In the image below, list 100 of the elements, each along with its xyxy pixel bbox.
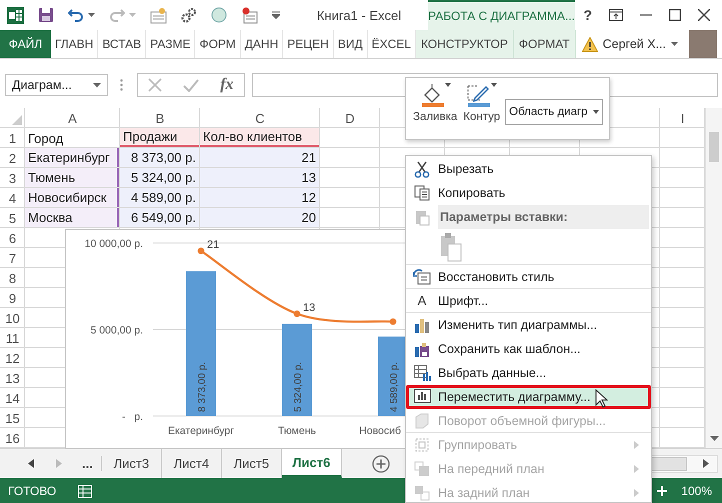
ribbon-tab[interactable]: ФОРМ: [195, 30, 241, 58]
table-cell: Екатеринбург: [28, 150, 110, 165]
outline-button[interactable]: Контур: [462, 83, 502, 123]
menu-item[interactable]: Копировать: [406, 181, 651, 205]
row-header: 8: [8, 270, 16, 286]
row-header: 12: [5, 350, 20, 366]
category-label: Новосиб: [359, 425, 401, 437]
caret-icon: [491, 83, 498, 87]
drag-handle-icon[interactable]: [120, 79, 123, 91]
maximize-icon[interactable]: [668, 9, 681, 21]
ribbon-tab[interactable]: ФАЙЛ: [0, 30, 51, 58]
pen-icon: [466, 83, 490, 107]
user-name[interactable]: Сергей Х...: [602, 37, 666, 51]
paint-bucket-icon: [420, 83, 444, 107]
ribbon-tab[interactable]: КОНСТРУКТОР: [416, 30, 514, 58]
category-label: Екатеринбург: [168, 425, 234, 437]
scissors-icon: [414, 160, 430, 178]
vertical-scrollbar[interactable]: [705, 108, 722, 448]
record-icon[interactable]: [241, 6, 258, 24]
submenu-arrow-icon: [634, 465, 639, 473]
template-icon: [414, 341, 430, 357]
zoom-level[interactable]: 100%: [681, 484, 712, 498]
line-point[interactable]: [390, 318, 396, 325]
column-header: D: [345, 110, 355, 126]
axis-tick-label: - р.: [122, 411, 143, 423]
insert-function-button[interactable]: fx: [220, 76, 234, 94]
line-point[interactable]: [198, 248, 204, 254]
scrollbar-thumb[interactable]: [651, 456, 687, 470]
circle-icon[interactable]: [211, 7, 227, 23]
category-label: Тюмень: [278, 425, 316, 437]
scroll-right-icon[interactable]: [703, 459, 709, 468]
gears-icon[interactable]: [181, 7, 197, 23]
bar-chart-icon: [414, 317, 430, 333]
bar-value-label: 5 324,00 р.: [293, 362, 304, 412]
menu-item[interactable]: Переместить диаграмму...: [406, 385, 651, 409]
fill-button[interactable]: Заливка: [412, 83, 458, 123]
caret-icon[interactable]: [93, 82, 101, 88]
ribbon-tab[interactable]: ГЛАВН: [50, 30, 98, 58]
previous-sheet-icon[interactable]: [28, 459, 34, 468]
ribbon-tab[interactable]: РАЗМЕ: [146, 30, 196, 58]
caret-icon[interactable]: [671, 42, 678, 46]
copy-icon: [414, 185, 430, 201]
group-icon: [414, 437, 430, 453]
sheet-tab[interactable]: Лист6: [282, 449, 342, 478]
undo-icon[interactable]: [68, 7, 84, 23]
row-header: 16: [5, 430, 20, 446]
row-header: 11: [6, 330, 20, 346]
menu-item[interactable]: Вырезать: [406, 157, 651, 181]
table-cell: Тюмень: [28, 170, 76, 185]
point-value-label: 13: [303, 302, 316, 314]
line-point[interactable]: [294, 310, 300, 318]
scrollbar-thumb[interactable]: [709, 132, 719, 162]
warning-icon[interactable]: [582, 36, 598, 52]
chart-tools-header: РАБОТА С ДИАГРАММА...: [428, 0, 575, 30]
table-cell: Москва: [28, 210, 72, 225]
table-cell: Город: [28, 130, 64, 146]
chart-element-dropdown[interactable]: Область диагр: [505, 99, 604, 125]
ribbon-tab[interactable]: РЕЦЕН: [283, 30, 334, 58]
axis-tick-label: 5 000,00 р.: [90, 324, 143, 336]
row-header: 7: [8, 250, 16, 266]
row-header: 3: [8, 170, 16, 186]
menu-item[interactable]: Восстановить стиль: [406, 265, 651, 289]
check-icon[interactable]: [183, 78, 200, 92]
caret-icon[interactable]: [88, 12, 95, 18]
scroll-down-icon[interactable]: [710, 436, 718, 442]
ribbon-tab[interactable]: ФОРМАТ: [514, 30, 576, 58]
row-header: 13: [5, 370, 20, 386]
ribbon-display-icon[interactable]: [608, 9, 623, 21]
save-icon[interactable]: [38, 7, 54, 23]
table-cell: Новосибирск: [28, 190, 106, 205]
bar-value-label: 4 589,00 р.: [389, 362, 400, 412]
row-header: 10: [5, 310, 20, 326]
menu-item[interactable]: A Шрифт...: [406, 289, 651, 313]
spreadsheet-logo-icon: [7, 6, 24, 24]
close-icon[interactable]: [698, 9, 710, 21]
row-header: 14: [5, 390, 20, 406]
zoom-in-icon[interactable]: [657, 486, 668, 496]
caret-icon: [593, 110, 600, 114]
table-cell: 20: [302, 210, 316, 225]
ribbon-tab[interactable]: ВСТАВ: [98, 30, 146, 58]
macro-record-icon[interactable]: [78, 484, 92, 498]
axis-tick-label: 10 000,00 р.: [84, 238, 143, 250]
add-sheet-icon[interactable]: [372, 454, 390, 472]
point-value-label: 21: [207, 238, 220, 251]
column-header: C: [255, 110, 265, 126]
more-sheets-button[interactable]: ...: [82, 456, 102, 471]
window-title: Книга1 - Excel: [316, 8, 402, 22]
ribbon-tab[interactable]: ДАНН: [240, 30, 284, 58]
ribbon-tab[interactable]: ВИД: [334, 30, 368, 58]
table-cell: 12: [302, 190, 316, 205]
table-cell: 4 589,00 р.: [130, 190, 196, 205]
name-box[interactable]: Диаграм...: [5, 74, 108, 96]
bar[interactable]: [378, 336, 408, 416]
help-button[interactable]: ?: [583, 7, 592, 23]
clipboard-icon: [414, 208, 430, 226]
column-header: I: [680, 110, 684, 126]
form-icon[interactable]: [150, 6, 167, 24]
column-header: A: [68, 110, 77, 126]
table-cell: Кол-во клиентов: [203, 129, 302, 144]
customize-caret-icon[interactable]: [272, 11, 280, 19]
